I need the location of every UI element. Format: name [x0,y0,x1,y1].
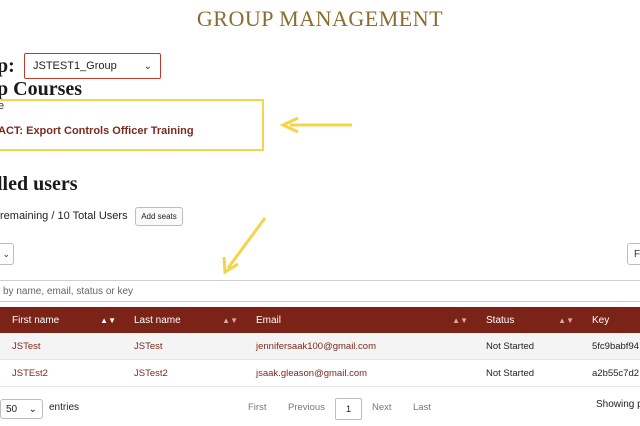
annotation-arrows [222,116,352,275]
arrow-annotation-icon [222,217,267,275]
arrow-annotation-icon [279,116,352,134]
